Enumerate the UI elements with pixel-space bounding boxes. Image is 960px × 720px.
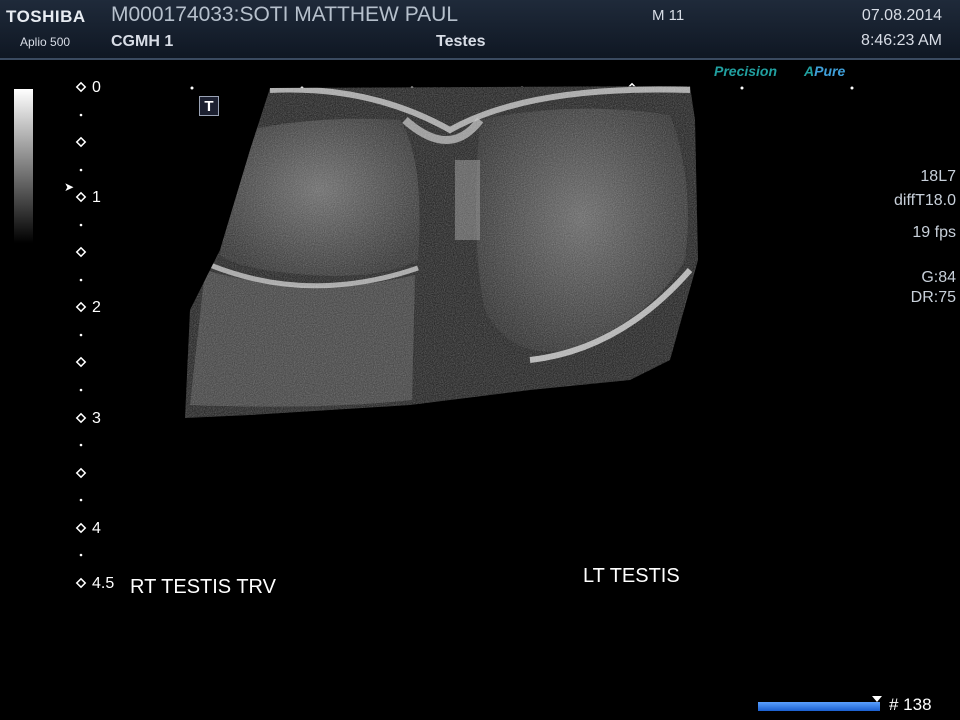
depth-tick-end — [75, 577, 87, 589]
ultrasound-screen: TOSHIBA Aplio 500 M000174033:SOTI MATTHE… — [0, 0, 960, 720]
depth-tick-major — [75, 81, 87, 93]
depth-label-4: 4 — [92, 520, 101, 537]
depth-label-3: 3 — [92, 410, 101, 427]
frame-number: # 138 — [889, 695, 932, 714]
depth-tick-major — [75, 191, 87, 203]
depth-tick-half — [75, 356, 87, 368]
depth-tick-major — [75, 301, 87, 313]
ultrasound-image — [185, 86, 698, 418]
frame-rate: 19 fps — [912, 224, 956, 241]
depth-tick-major — [75, 412, 87, 424]
orientation-marker-icon: T — [199, 96, 219, 116]
depth-tick-half — [75, 467, 87, 479]
probe-label: 18L7 — [920, 168, 956, 185]
annotation-rt-testis: RT TESTIS TRV — [130, 576, 276, 598]
depth-label-0: 0 — [92, 79, 101, 96]
gain-value: G:84 — [921, 269, 956, 286]
depth-label-2: 2 — [92, 299, 101, 316]
annotation-lt-testis: LT TESTIS — [583, 565, 680, 587]
depth-label-end: 4.5 — [92, 575, 115, 592]
depth-tick-major — [75, 522, 87, 534]
depth-label-1: 1 — [92, 189, 101, 206]
focus-marker-icon: ➤ — [64, 180, 75, 194]
depth-tick-half — [75, 246, 87, 258]
dynamic-range-value: DR:75 — [910, 289, 956, 306]
cine-progress-bar[interactable] — [758, 702, 880, 711]
depth-tick-half — [75, 136, 87, 148]
cine-position-marker-icon[interactable] — [872, 696, 882, 702]
preset-label: diffT18.0 — [894, 192, 956, 209]
